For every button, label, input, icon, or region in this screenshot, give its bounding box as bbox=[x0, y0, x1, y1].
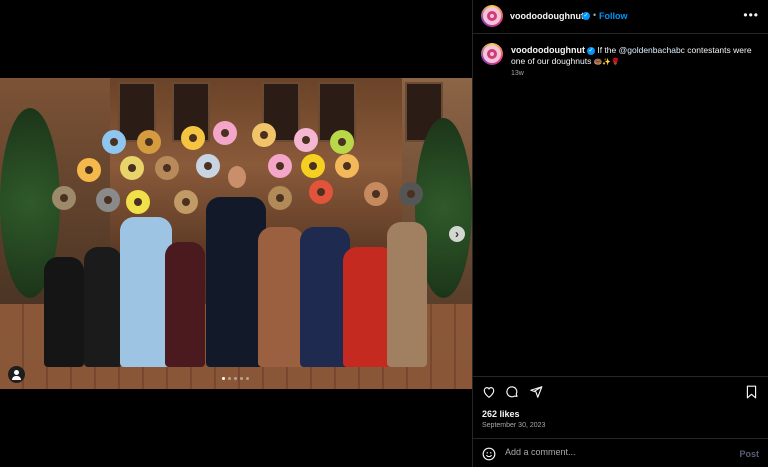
comment-icon[interactable] bbox=[505, 385, 519, 399]
caption-emoji: 🍩✨🌹 bbox=[593, 59, 620, 66]
comment-bar: Post bbox=[473, 438, 768, 467]
donut-head bbox=[301, 154, 325, 178]
donut-head bbox=[252, 123, 276, 147]
donut-head bbox=[126, 190, 150, 214]
carousel-indicator bbox=[222, 377, 249, 380]
donut-logo-icon bbox=[487, 49, 497, 59]
contestant-figure bbox=[44, 257, 84, 367]
follow-button[interactable]: Follow bbox=[599, 11, 628, 21]
post-header: voodoodoughnut ✓ • Follow ••• bbox=[473, 0, 768, 34]
donut-head bbox=[213, 121, 237, 145]
tagged-people-button[interactable] bbox=[8, 366, 25, 383]
donut-head bbox=[309, 180, 333, 204]
carousel-dot bbox=[222, 377, 225, 380]
comment-input[interactable] bbox=[505, 447, 725, 457]
donut-head bbox=[294, 128, 318, 152]
donut-head bbox=[181, 126, 205, 150]
emoji-smiley-icon[interactable] bbox=[482, 447, 496, 461]
contestant-figure bbox=[387, 222, 427, 367]
contestant-figure bbox=[258, 227, 304, 367]
post-photo[interactable] bbox=[0, 78, 472, 389]
like-heart-icon[interactable] bbox=[482, 385, 496, 399]
carousel-dot bbox=[234, 377, 237, 380]
verified-badge-icon: ✓ bbox=[586, 46, 595, 55]
donut-head bbox=[330, 130, 354, 154]
donut-head bbox=[268, 186, 292, 210]
person-icon-body bbox=[12, 376, 21, 380]
caption-username[interactable]: voodoodoughnut bbox=[511, 45, 585, 55]
donut-head bbox=[335, 154, 359, 178]
donut-head bbox=[174, 190, 198, 214]
donut-head bbox=[137, 130, 161, 154]
post-caption: voodoodoughnut ✓ If the @goldenbachabc co… bbox=[511, 45, 761, 68]
host-figure bbox=[206, 197, 266, 367]
donut-head bbox=[52, 186, 76, 210]
post-actions: 262 likes September 30, 2023 Post bbox=[473, 376, 768, 467]
person-icon bbox=[14, 370, 19, 375]
avatar-image bbox=[483, 45, 501, 63]
share-paper-plane-icon[interactable] bbox=[529, 385, 543, 399]
donut-head bbox=[364, 182, 388, 206]
donut-head bbox=[196, 154, 220, 178]
donut-head bbox=[120, 156, 144, 180]
likes-count[interactable]: 262 likes bbox=[482, 409, 520, 419]
username[interactable]: voodoodoughnut bbox=[510, 11, 584, 21]
caption-text: If the bbox=[597, 45, 619, 55]
avatar-image bbox=[483, 7, 501, 25]
avatar[interactable] bbox=[481, 5, 503, 27]
post-side-panel: voodoodoughnut ✓ • Follow ••• voodoodoug… bbox=[472, 0, 768, 467]
donut-head bbox=[96, 188, 120, 212]
host-head bbox=[228, 166, 246, 188]
donut-head bbox=[155, 156, 179, 180]
donut-head bbox=[102, 130, 126, 154]
save-bookmark-icon[interactable] bbox=[745, 385, 758, 399]
carousel-next-button[interactable]: › bbox=[449, 226, 465, 242]
caption-avatar[interactable] bbox=[481, 43, 503, 65]
donut-head bbox=[268, 154, 292, 178]
verified-badge-icon: ✓ bbox=[582, 12, 590, 20]
donut-head bbox=[77, 158, 101, 182]
post-timestamp[interactable]: 13w bbox=[511, 70, 524, 77]
carousel-dot bbox=[240, 377, 243, 380]
separator: • bbox=[593, 10, 597, 20]
contestant-figure bbox=[84, 247, 122, 367]
media-pane: › bbox=[0, 0, 472, 467]
carousel-dot bbox=[246, 377, 249, 380]
post-comment-button[interactable]: Post bbox=[739, 449, 759, 459]
donut-logo-icon bbox=[487, 11, 497, 21]
contestant-figure bbox=[165, 242, 205, 367]
post-date: September 30, 2023 bbox=[482, 422, 546, 429]
donut-head bbox=[399, 182, 423, 206]
caption-mention-link[interactable]: @goldenbachabc bbox=[619, 45, 685, 55]
carousel-dot bbox=[228, 377, 231, 380]
more-options-icon[interactable]: ••• bbox=[743, 8, 759, 22]
